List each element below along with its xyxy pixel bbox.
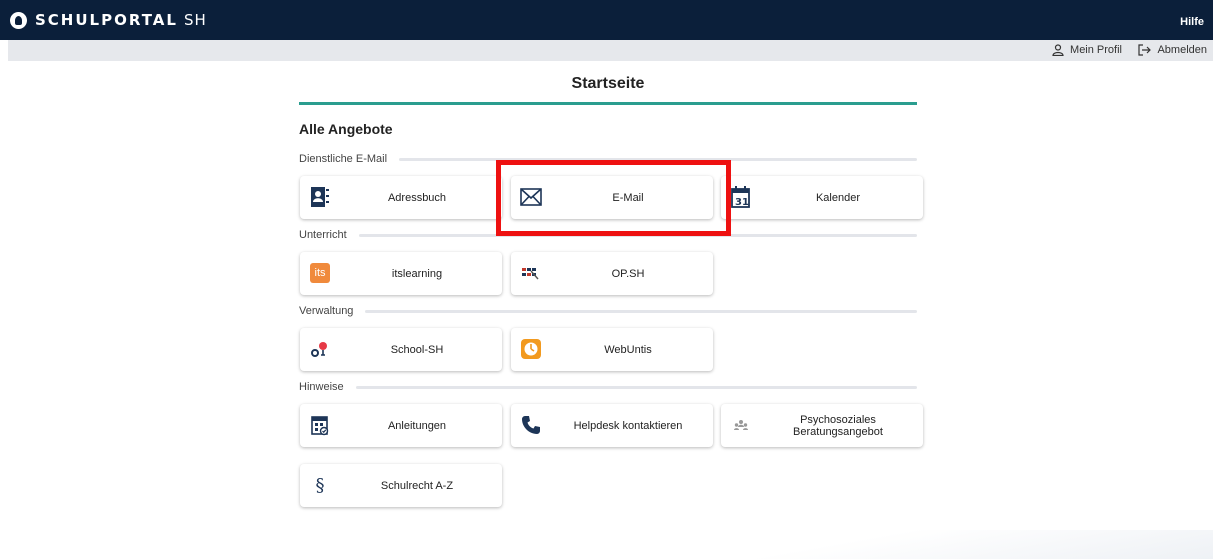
tile-webuntis[interactable]: WebUntis — [511, 328, 713, 371]
category-label: Hinweise — [299, 381, 344, 393]
tile-psychosoziales-beratungsangebot[interactable]: Psychosoziales Beratungsangebot — [721, 404, 923, 447]
paragraph-icon: § — [309, 474, 331, 496]
category-label: Dienstliche E-Mail — [299, 153, 388, 165]
tile-opsh[interactable]: OP.SH — [511, 252, 713, 295]
tile-label: Helpdesk kontaktieren — [573, 419, 683, 432]
itslearning-icon: its — [309, 262, 331, 284]
tile-school-sh[interactable]: School-SH — [300, 328, 502, 371]
logout-label: Abmelden — [1157, 44, 1207, 56]
tile-label: Psychosoziales Beratungsangebot — [793, 413, 883, 438]
tile-label: OP.SH — [611, 267, 645, 280]
tile-label: Kalender — [815, 191, 861, 204]
tile-label: School-SH — [390, 343, 444, 356]
tile-helpdesk[interactable]: Helpdesk kontaktieren — [511, 404, 713, 447]
people-icon — [730, 414, 752, 436]
address-book-icon — [309, 186, 331, 208]
user-icon — [1052, 44, 1064, 56]
calendar-icon: 31 — [730, 186, 752, 208]
tile-itslearning[interactable]: its itslearning — [300, 252, 502, 295]
title-underline — [299, 102, 917, 105]
svg-text:31: 31 — [735, 197, 749, 208]
top-navigation-bar: SCHULPORTAL SH Hilfe — [0, 0, 1213, 40]
divider — [355, 385, 917, 389]
webuntis-icon — [520, 338, 542, 360]
my-profile-label: Mein Profil — [1070, 44, 1122, 56]
tile-label: WebUntis — [604, 343, 652, 356]
category-label: Verwaltung — [299, 305, 354, 317]
tile-label: Adressbuch — [387, 191, 447, 204]
my-profile-link[interactable]: Mein Profil — [1052, 44, 1122, 56]
logout-icon — [1138, 44, 1152, 56]
schulportal-logo[interactable]: SCHULPORTAL SH — [10, 11, 207, 29]
divider — [365, 309, 917, 313]
category-hinweise: Hinweise — [299, 380, 917, 394]
itslearning-icon-text: its — [310, 263, 330, 283]
brand-suffix: SH — [183, 11, 207, 29]
tile-anleitungen[interactable]: Anleitungen — [300, 404, 502, 447]
page-title: Startseite — [571, 75, 645, 92]
school-sh-icon — [309, 338, 331, 360]
decorative-shade — [600, 530, 1213, 559]
category-verwaltung: Verwaltung — [299, 304, 917, 318]
opsh-icon — [520, 262, 542, 284]
email-highlight-box — [496, 160, 731, 236]
tile-adressbuch[interactable]: Adressbuch — [300, 176, 502, 219]
schulportal-logo-icon — [10, 11, 27, 29]
manual-icon — [309, 414, 331, 436]
section-heading: Alle Angebote — [299, 121, 393, 137]
tile-label: itslearning — [391, 267, 443, 280]
paragraph-icon-text: § — [315, 474, 325, 496]
tile-label: Anleitungen — [387, 419, 447, 432]
brand-name: SCHULPORTAL — [35, 11, 178, 29]
category-label: Unterricht — [299, 229, 347, 241]
phone-icon — [520, 414, 542, 436]
tile-label: Schulrecht A-Z — [380, 479, 454, 492]
tile-kalender[interactable]: 31 Kalender — [721, 176, 923, 219]
help-link[interactable]: Hilfe — [1180, 16, 1204, 28]
tile-schulrecht[interactable]: § Schulrecht A-Z — [300, 464, 502, 507]
logout-link[interactable]: Abmelden — [1138, 44, 1207, 56]
user-menu-bar — [8, 40, 1213, 61]
